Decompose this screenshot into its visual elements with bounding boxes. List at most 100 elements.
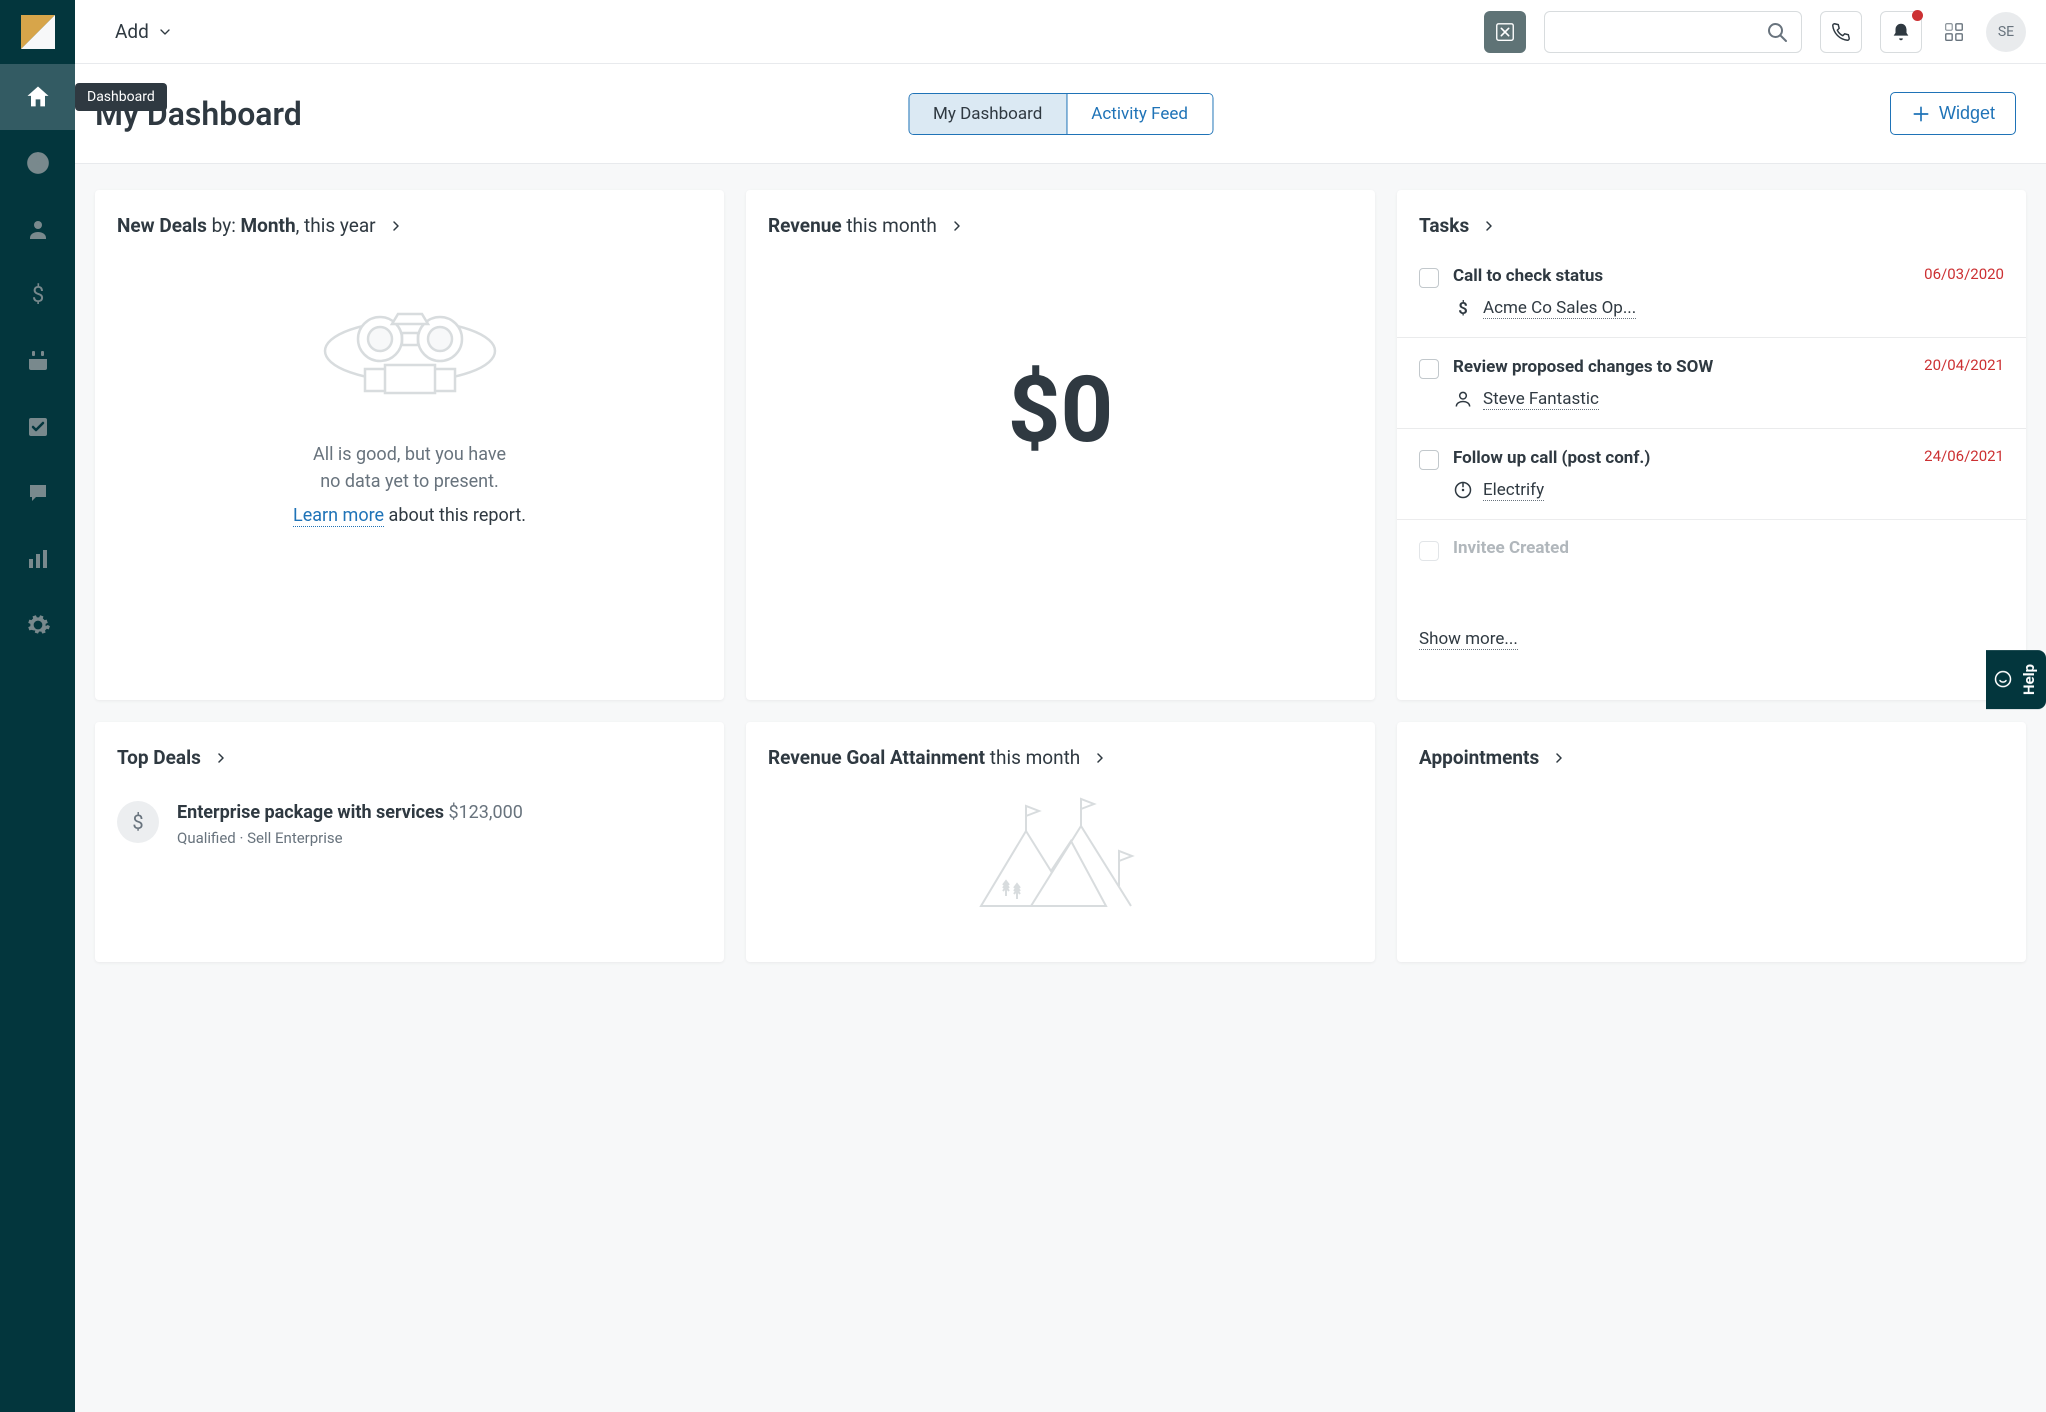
nav-contacts[interactable] xyxy=(0,196,75,262)
page-header: My Dashboard My Dashboard Activity Feed … xyxy=(75,64,2046,164)
avatar[interactable]: SE xyxy=(1986,12,2026,52)
dashboard-tabs: My Dashboard Activity Feed xyxy=(908,93,1213,135)
rev-title-tail: this month xyxy=(842,214,937,237)
nav-communication[interactable] xyxy=(0,460,75,526)
task-checkbox[interactable] xyxy=(1419,268,1439,288)
phone-button[interactable] xyxy=(1820,11,1862,53)
deal-sub: Qualified · Sell Enterprise xyxy=(177,829,523,847)
task-main: Follow up call (post conf.) 24/06/2021 E… xyxy=(1453,447,2004,501)
widget-top-deals: Top Deals $ Enterprise package with serv… xyxy=(95,722,724,962)
add-widget-button[interactable]: Widget xyxy=(1890,92,2016,135)
search-icon xyxy=(1765,20,1789,44)
nd-title-1: New Deals xyxy=(117,214,207,237)
widget-label: Widget xyxy=(1939,103,1995,124)
apps-button[interactable] xyxy=(1940,18,1968,46)
task-main: Invitee Created xyxy=(1453,538,2004,561)
person-icon xyxy=(1453,389,1473,409)
target-icon xyxy=(25,150,51,176)
nd-title-mid: by: xyxy=(207,214,241,237)
tab-activity-feed[interactable]: Activity Feed xyxy=(1066,94,1212,134)
goal-illustration xyxy=(768,791,1353,911)
app-logo-icon xyxy=(21,15,55,49)
notification-dot xyxy=(1912,10,1923,21)
help-tab[interactable]: Help xyxy=(1986,650,2046,709)
appointments-header[interactable]: Appointments xyxy=(1419,746,2004,769)
task-title[interactable]: Review proposed changes to SOW xyxy=(1453,356,1713,379)
task-main: Review proposed changes to SOW 20/04/202… xyxy=(1453,356,2004,410)
chevron-right-icon xyxy=(1483,220,1495,232)
task-checkbox[interactable] xyxy=(1419,359,1439,379)
task-item: Call to check status 06/03/2020 $ Acme C… xyxy=(1397,259,2026,337)
unpin-button[interactable] xyxy=(1484,11,1526,53)
nav-leads[interactable] xyxy=(0,130,75,196)
widget-revenue: Revenue this month $0 xyxy=(746,190,1375,700)
nav-reports[interactable] xyxy=(0,526,75,592)
tasks-header[interactable]: Tasks xyxy=(1397,214,2026,237)
nav-tooltip: Dashboard xyxy=(75,83,167,111)
task-checkbox[interactable] xyxy=(1419,450,1439,470)
revenue-header[interactable]: Revenue this month xyxy=(768,214,1353,237)
logo[interactable] xyxy=(0,0,75,64)
search-box[interactable] xyxy=(1544,11,1802,53)
task-link-row: Electrify xyxy=(1453,480,2004,501)
new-deals-header[interactable]: New Deals by: Month, this year xyxy=(117,214,702,237)
task-link-row: Steve Fantastic xyxy=(1453,389,2004,410)
add-label: Add xyxy=(115,20,149,43)
binoculars-illustration-icon xyxy=(310,289,510,409)
nav-settings[interactable] xyxy=(0,592,75,658)
learn-line: Learn more about this report. xyxy=(293,505,526,526)
bell-icon xyxy=(1890,21,1912,43)
sidebar: Dashboard $ xyxy=(0,0,75,1412)
top-deals-header[interactable]: Top Deals xyxy=(117,746,702,769)
task-checkbox[interactable] xyxy=(1419,541,1439,561)
tab-my-dashboard[interactable]: My Dashboard xyxy=(909,94,1066,134)
deal-amount: $123,000 xyxy=(448,802,522,823)
task-title[interactable]: Follow up call (post conf.) xyxy=(1453,447,1650,470)
gear-icon xyxy=(25,612,51,638)
tasks-title: Tasks xyxy=(1419,214,1469,237)
chevron-down-icon xyxy=(157,24,173,40)
dollar-icon: $ xyxy=(26,283,50,307)
chat-icon xyxy=(26,481,50,505)
nav-calendar[interactable] xyxy=(0,328,75,394)
lead-icon xyxy=(1453,480,1473,500)
widget-new-deals: New Deals by: Month, this year xyxy=(95,190,724,700)
chevron-right-icon xyxy=(215,752,227,764)
learn-more-link[interactable]: Learn more xyxy=(293,505,384,527)
chevron-right-icon xyxy=(1094,752,1106,764)
nav-dashboard[interactable]: Dashboard xyxy=(0,64,75,130)
task-main: Call to check status 06/03/2020 $ Acme C… xyxy=(1453,265,2004,319)
phone-icon xyxy=(1830,21,1852,43)
search-input[interactable] xyxy=(1557,23,1765,41)
notifications-button[interactable] xyxy=(1880,11,1922,53)
content: New Deals by: Month, this year xyxy=(75,164,2046,1412)
task-title[interactable]: Call to check status xyxy=(1453,265,1603,288)
revenue-goal-header[interactable]: Revenue Goal Attainment this month xyxy=(768,746,1353,769)
nav-tasks[interactable] xyxy=(0,394,75,460)
widget-tasks: Tasks Call to check status 06/03/2020 xyxy=(1397,190,2026,700)
learn-tail: about this report. xyxy=(384,505,526,526)
rg-title-strong: Revenue Goal Attainment xyxy=(768,746,985,769)
nd-title-2: Month xyxy=(241,214,296,237)
task-related-link[interactable]: Steve Fantastic xyxy=(1483,389,1599,410)
rg-title-tail: this month xyxy=(985,746,1080,769)
close-pin-icon xyxy=(1494,21,1516,43)
topbar: Add SE xyxy=(75,0,2046,64)
add-button[interactable]: Add xyxy=(115,20,173,43)
task-date: 20/04/2021 xyxy=(1924,356,2004,379)
top-deal-row[interactable]: $ Enterprise package with services $123,… xyxy=(117,801,702,847)
chevron-right-icon xyxy=(390,220,402,232)
nav-deals[interactable]: $ xyxy=(0,262,75,328)
widget-revenue-goal: Revenue Goal Attainment this month xyxy=(746,722,1375,962)
new-deals-empty: All is good, but you have no data yet to… xyxy=(117,289,702,526)
empty-line1: All is good, but you have xyxy=(313,441,506,468)
bar-chart-icon xyxy=(26,547,50,571)
task-item: Follow up call (post conf.) 24/06/2021 E… xyxy=(1397,428,2026,519)
task-related-link[interactable]: Electrify xyxy=(1483,480,1544,501)
svg-text:$: $ xyxy=(1458,300,1468,318)
tasks-show-more[interactable]: Show more... xyxy=(1419,629,1518,650)
revenue-value: $0 xyxy=(768,357,1353,464)
calendar-icon xyxy=(26,349,50,373)
rev-title-strong: Revenue xyxy=(768,214,842,237)
task-related-link[interactable]: Acme Co Sales Op... xyxy=(1483,298,1636,319)
